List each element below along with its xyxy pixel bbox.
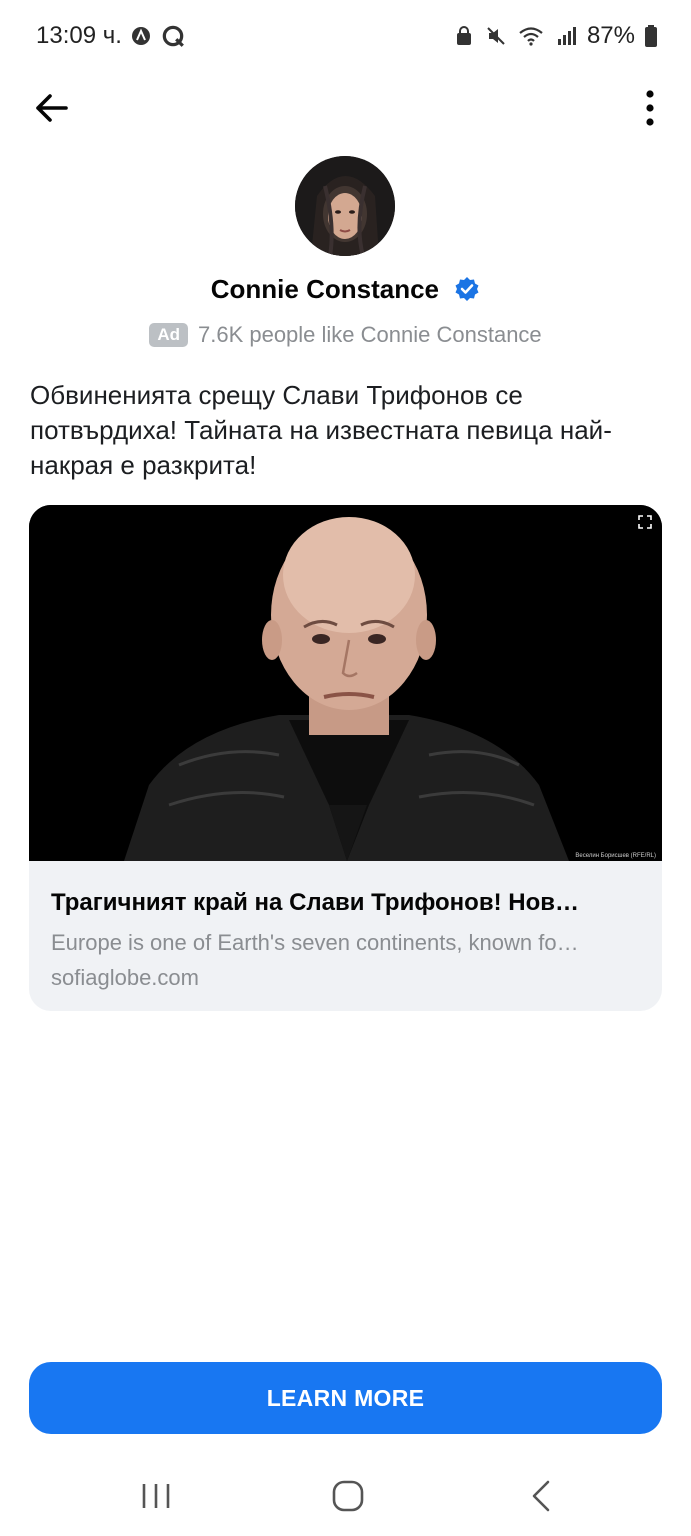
signal-icon [557,27,576,45]
page-name[interactable]: Connie Constance [211,274,439,304]
status-time: 13:09 ч. [36,22,122,49]
avatar[interactable] [295,156,395,256]
recents-icon[interactable] [136,1476,176,1516]
ad-badge: Ad [149,323,188,347]
likes-row: Ad 7.6K people like Connie Constance [0,322,691,348]
q-icon [162,25,184,47]
wifi-icon [519,27,543,46]
avatar-portrait [295,156,395,256]
battery-percent: 87% [586,22,635,49]
lock-icon [456,26,471,45]
expand-icon[interactable] [638,515,652,529]
home-icon[interactable] [328,1476,368,1516]
status-bar: 13:09 ч. 87% [0,0,691,72]
arrow-left-icon[interactable] [30,86,74,130]
back-nav-icon[interactable] [522,1476,562,1516]
page-name-row: Connie Constance [0,274,691,305]
card-description: Europe is one of Earth's seven continent… [51,930,579,955]
link-card[interactable]: Веселин Борисшев (RFE/RL) Трагичният кра… [29,505,662,1011]
circle-a-icon [131,27,150,45]
image-credit: Веселин Борисшев (RFE/RL) [575,853,656,859]
post-text: Обвиненията срещу Слави Трифонов се потв… [30,380,612,480]
likes-text: 7.6K people like Connie Constance [197,322,542,347]
card-image[interactable]: Веселин Борисшев (RFE/RL) [29,505,662,861]
mute-icon [487,27,505,45]
status-left: 13:09 ч. [36,22,186,50]
verified-badge-icon [455,277,479,301]
card-photo [29,505,662,861]
card-title[interactable]: Трагичният край на Слави Трифонов! Нов… [51,889,641,917]
system-nav-bar [0,1456,691,1536]
learn-more-button[interactable]: LEARN MORE [29,1362,662,1434]
more-vertical-icon[interactable] [639,86,661,130]
top-bar [0,72,691,142]
status-right: 87% [453,22,657,50]
battery-icon [645,25,657,47]
card-domain: sofiaglobe.com [51,965,199,990]
